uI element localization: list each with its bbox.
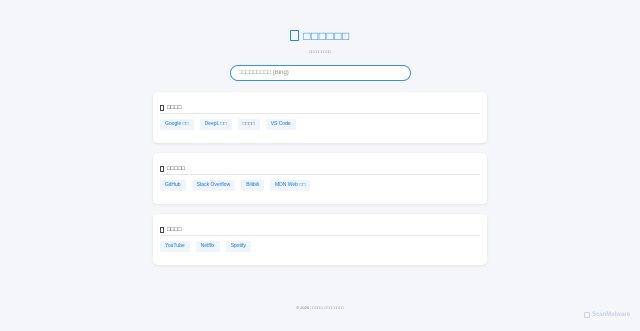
link-bilibili[interactable]: Bilibili (241, 180, 264, 191)
link-mdn[interactable]: MDN Web □□ (269, 180, 311, 191)
section-title: □□□□ (160, 227, 480, 236)
link-list: GitHub Stack Overflow Bilibili MDN Web □… (160, 180, 480, 191)
section-title: □□□□ (160, 105, 480, 114)
globe-icon (290, 30, 300, 41)
section-card-tools: □□□□ Google □□ DeepL □□ □□□□ VS Code (153, 92, 487, 143)
site-subtitle: □□□□□□□□□ (309, 49, 331, 54)
site-title: □□□□□□ (0, 28, 640, 44)
section-title-text: □□□□ (167, 104, 182, 111)
section-card-dev: □□□□□ GitHub Stack Overflow Bilibili MDN… (153, 153, 487, 204)
search-bar (0, 65, 640, 81)
link-vscode[interactable]: VS Code (265, 119, 296, 130)
tools-icon (160, 105, 164, 111)
media-icon (160, 227, 164, 233)
section-title-text: □□□□ (167, 226, 182, 233)
section-card-media: □□□□ YouTube Netflix Spotify (153, 214, 487, 265)
link-list: YouTube Netflix Spotify (160, 241, 480, 252)
page-footer: © 2025 □□□□□. □□□□□□□□ (296, 305, 344, 310)
link-list: Google □□ DeepL □□ □□□□ VS Code (160, 119, 480, 130)
code-icon (160, 166, 164, 172)
page-header: □□□□□□ □□□□□□□□□ (0, 0, 640, 81)
link-deepl[interactable]: DeepL □□ (199, 119, 232, 130)
link-stackoverflow[interactable]: Stack Overflow (191, 180, 236, 191)
watermark-text: ScanMalware (591, 312, 630, 318)
section-title-text: □□□□□ (167, 165, 186, 172)
search-input[interactable] (229, 65, 411, 81)
site-title-text: □□□□□□ (303, 29, 350, 43)
link-github[interactable]: GitHub (160, 180, 186, 191)
scanmalware-logo-icon (583, 312, 590, 318)
link-google[interactable]: Google □□ (160, 119, 194, 130)
link-spotify[interactable]: Spotify (225, 241, 251, 252)
section-title: □□□□□ (160, 166, 480, 175)
watermark: ScanMalware (583, 312, 630, 318)
link-youtube[interactable]: YouTube (160, 241, 190, 252)
link-netflix[interactable]: Netflix (195, 241, 220, 252)
link-item[interactable]: □□□□ (237, 119, 260, 130)
